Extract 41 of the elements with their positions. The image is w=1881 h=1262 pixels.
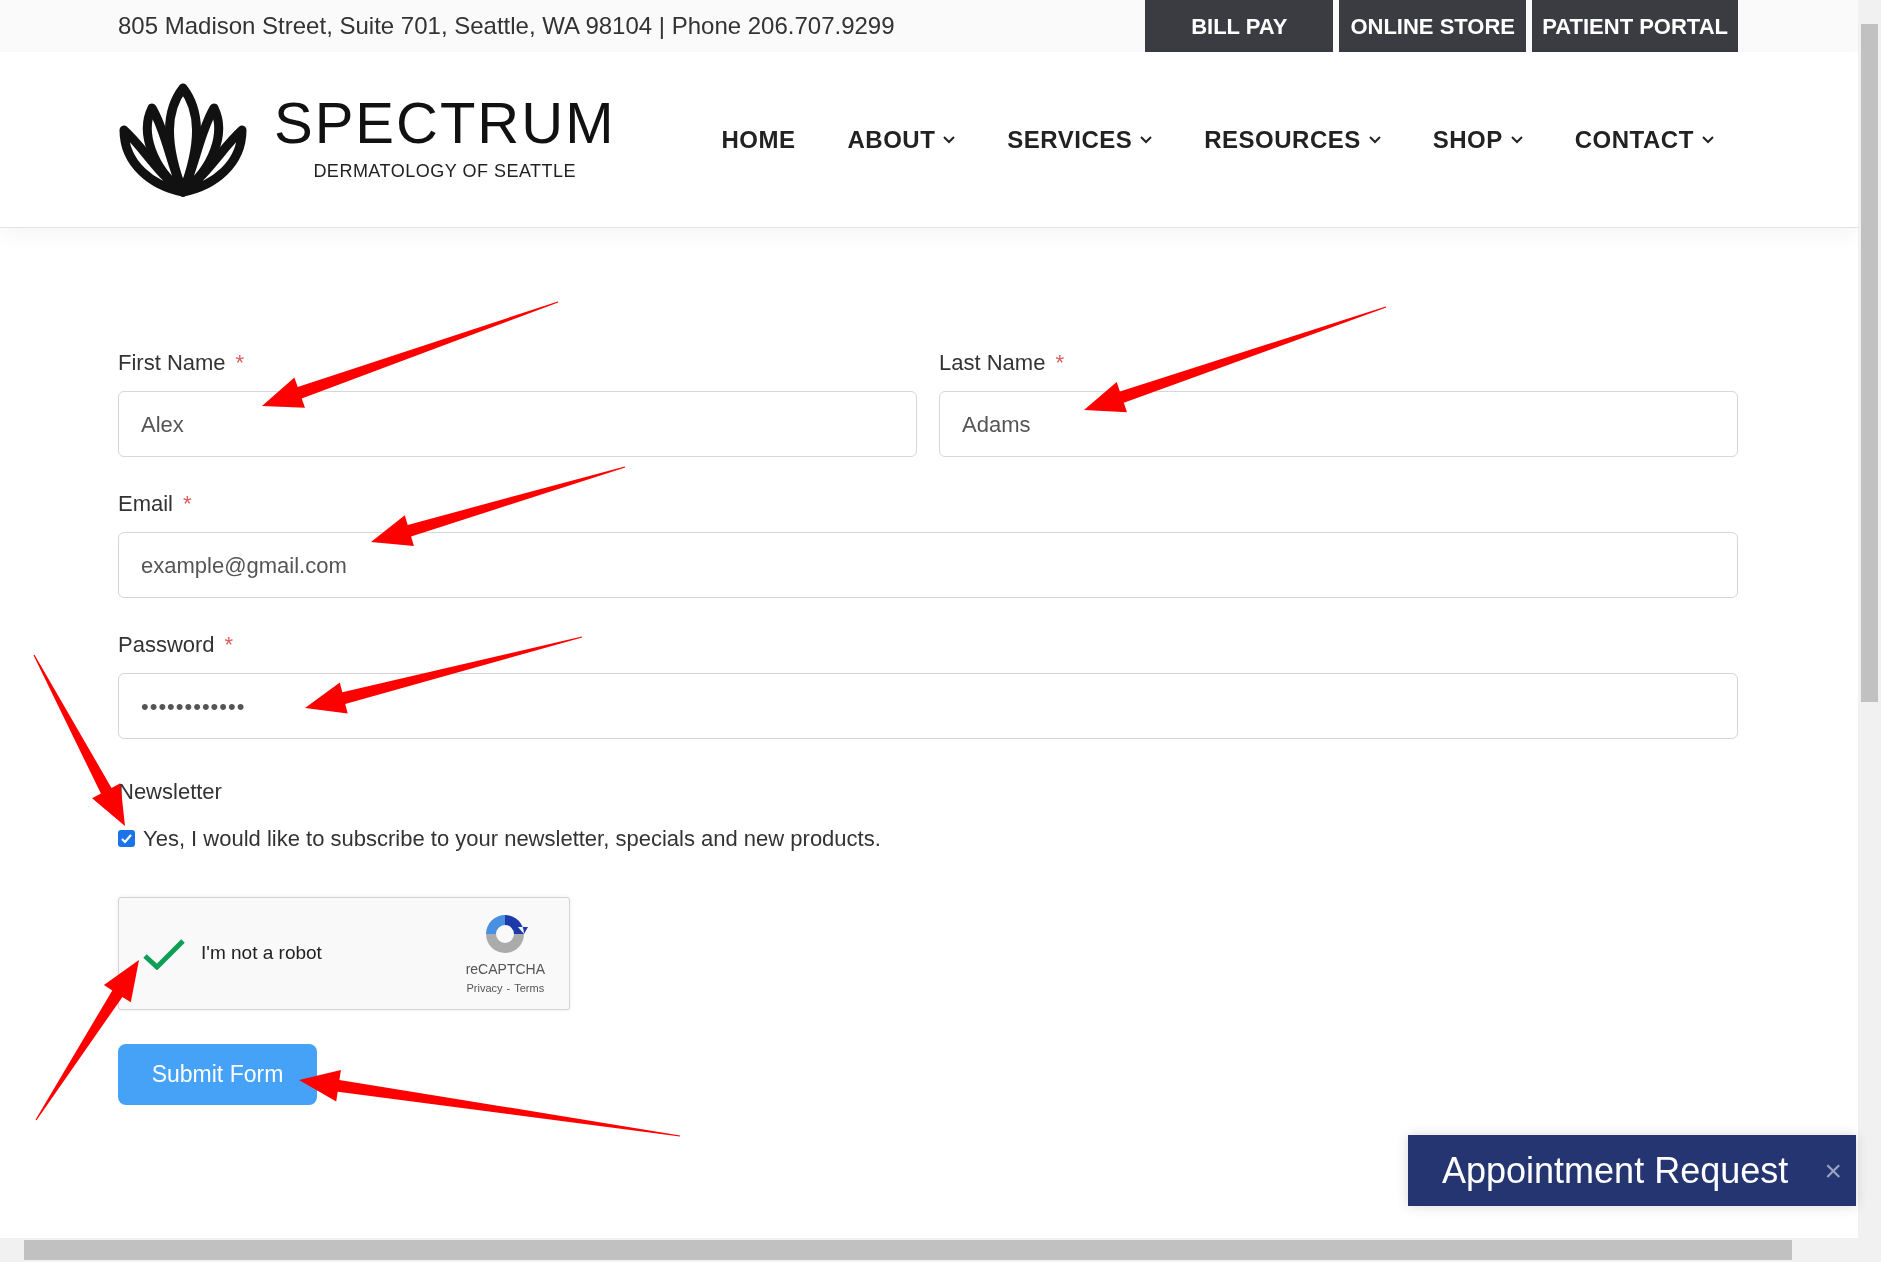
required-asterisk: * [183, 490, 192, 518]
top-button[interactable]: PATIENT PORTAL [1532, 0, 1738, 52]
captcha-label: I'm not a robot [201, 941, 322, 966]
nav-link[interactable]: CONTACT [1574, 121, 1714, 158]
horizontal-scrollbar[interactable] [0, 1238, 1881, 1262]
logo-tagline: DERMATOLOGY OF SEATTLE [313, 160, 577, 183]
newsletter-checkbox[interactable] [118, 830, 135, 847]
logo-name: SPECTRUM [274, 94, 616, 152]
top-button[interactable]: BILL PAY [1145, 0, 1334, 52]
nav-link[interactable]: RESOURCES [1204, 121, 1381, 158]
terms-link[interactable]: Terms [514, 979, 545, 997]
nav-link[interactable]: HOME [721, 121, 796, 158]
captcha-brand: reCAPTCHA [465, 959, 545, 979]
nav-link[interactable]: ABOUT [847, 121, 956, 158]
required-asterisk: * [224, 631, 234, 659]
chevron-down-icon [1368, 135, 1381, 144]
input-field[interactable]: Alex [118, 391, 917, 457]
link-separator: - [506, 980, 511, 996]
appointment-banner[interactable]: Appointment Request × [1408, 1135, 1856, 1206]
required-asterisk: * [1055, 349, 1064, 377]
chevron-down-icon [1140, 135, 1153, 144]
lotus-logo-icon [118, 81, 248, 198]
nav-link[interactable]: SERVICES [1007, 121, 1153, 158]
vertical-scrollbar[interactable] [1858, 0, 1881, 1238]
field-label: Last Name [939, 349, 1046, 377]
required-asterisk: * [235, 349, 245, 377]
close-icon[interactable]: × [1824, 1155, 1842, 1186]
field-label: First Name [118, 349, 226, 377]
privacy-link[interactable]: Privacy [466, 979, 503, 997]
newsletter-option: Yes, I would like to subscribe to your newsletter, specials and new products. [143, 822, 881, 855]
top-button[interactable]: ONLINE STORE [1339, 0, 1527, 52]
password-field[interactable]: •••••••••••• [118, 673, 1738, 739]
chevron-down-icon [1510, 135, 1523, 144]
chevron-down-icon [943, 135, 956, 144]
input-field[interactable]: Adams [939, 391, 1738, 457]
address-text: 805 Madison Street, Suite 701, Seattle, WA 98104 | Phone 206.707.9299 [118, 11, 895, 41]
field-label: Email [118, 490, 173, 518]
chevron-down-icon [1701, 135, 1714, 144]
input-field[interactable]: example@gmail.com [118, 532, 1738, 598]
field-label: Password [118, 631, 215, 659]
nav-link[interactable]: SHOP [1432, 121, 1523, 158]
